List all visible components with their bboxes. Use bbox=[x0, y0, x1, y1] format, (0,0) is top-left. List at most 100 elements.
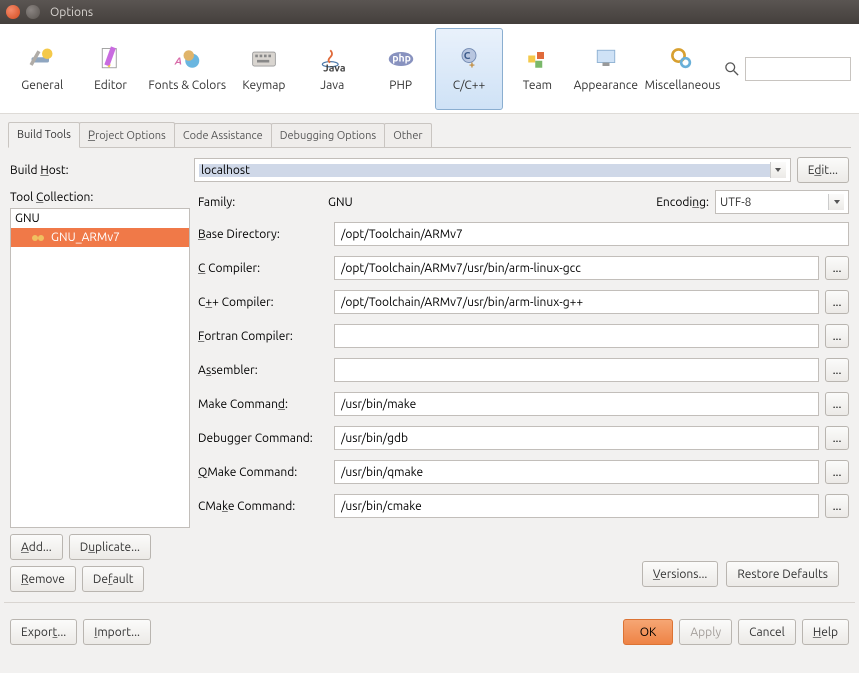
svg-text:+: + bbox=[469, 58, 475, 70]
debugger-command-browse-button[interactable]: ... bbox=[825, 426, 849, 450]
category-label: Java bbox=[320, 79, 344, 92]
chevron-down-icon[interactable] bbox=[770, 162, 786, 178]
cpp-compiler-input[interactable] bbox=[334, 290, 819, 314]
tree-item-gnu-armv7[interactable]: GNU_ARMv7 bbox=[11, 228, 189, 247]
dialog-buttons: Export... Import... OK Apply Cancel Help bbox=[0, 613, 859, 651]
category-team[interactable]: Team bbox=[503, 28, 571, 110]
duplicate-button[interactable]: Duplicate... bbox=[69, 534, 151, 560]
title-bar: Options bbox=[0, 0, 859, 24]
cpp-compiler-label: C++ Compiler: bbox=[198, 296, 328, 309]
assembler-input[interactable] bbox=[334, 358, 819, 382]
tab-project-options[interactable]: Project Options bbox=[79, 122, 175, 148]
qmake-command-input[interactable] bbox=[334, 460, 819, 484]
tab-build-tools[interactable]: Build Tools bbox=[8, 122, 80, 148]
make-command-label: Make Command: bbox=[198, 398, 328, 411]
sub-tabs: Build Tools Project Options Code Assista… bbox=[0, 120, 859, 148]
cancel-button[interactable]: Cancel bbox=[738, 619, 796, 645]
java-icon: Java bbox=[318, 45, 346, 73]
category-cpp[interactable]: C+ C/C++ bbox=[435, 28, 503, 110]
window-title: Options bbox=[50, 6, 93, 19]
cpp-icon: C+ bbox=[455, 45, 483, 73]
base-directory-input[interactable] bbox=[334, 222, 849, 246]
debugger-command-input[interactable] bbox=[334, 426, 819, 450]
separator bbox=[4, 602, 855, 603]
category-label: PHP bbox=[389, 79, 412, 92]
c-compiler-browse-button[interactable]: ... bbox=[825, 256, 849, 280]
apply-button: Apply bbox=[679, 619, 732, 645]
import-button[interactable]: Import... bbox=[83, 619, 151, 645]
default-button[interactable]: Default bbox=[82, 566, 145, 592]
tool-collection-label: Tool Collection: bbox=[10, 187, 190, 208]
category-keymap[interactable]: Keymap bbox=[230, 28, 298, 110]
chevron-down-icon[interactable] bbox=[828, 194, 844, 210]
remove-button[interactable]: Remove bbox=[10, 566, 76, 592]
versions-button[interactable]: Versions... bbox=[642, 561, 718, 587]
debugger-command-label: Debugger Command: bbox=[198, 432, 328, 445]
svg-text:Java: Java bbox=[324, 61, 346, 73]
qmake-command-browse-button[interactable]: ... bbox=[825, 460, 849, 484]
keymap-icon bbox=[250, 45, 278, 73]
make-command-browse-button[interactable]: ... bbox=[825, 392, 849, 416]
build-host-value: localhost bbox=[199, 164, 770, 177]
category-label: General bbox=[21, 79, 63, 92]
export-button[interactable]: Export... bbox=[10, 619, 77, 645]
fonts-colors-icon: A bbox=[173, 45, 201, 73]
category-php[interactable]: php PHP bbox=[366, 28, 434, 110]
cmake-command-label: CMake Command: bbox=[198, 500, 328, 513]
encoding-value: UTF-8 bbox=[720, 196, 828, 209]
search-input[interactable] bbox=[745, 57, 851, 81]
fortran-compiler-label: Fortran Compiler: bbox=[198, 330, 328, 343]
cmake-command-browse-button[interactable]: ... bbox=[825, 494, 849, 518]
miscellaneous-icon bbox=[668, 45, 696, 73]
c-compiler-label: C Compiler: bbox=[198, 262, 328, 275]
encoding-combo[interactable]: UTF-8 bbox=[715, 190, 849, 214]
category-label: Editor bbox=[94, 79, 127, 92]
minimize-icon[interactable] bbox=[26, 5, 40, 19]
tab-code-assistance[interactable]: Code Assistance bbox=[174, 123, 272, 148]
family-label: Family: bbox=[198, 196, 328, 209]
build-host-combo[interactable]: localhost bbox=[194, 158, 791, 182]
category-toolbar: General Editor A Fonts & Colors Keymap J… bbox=[0, 24, 859, 114]
search-icon bbox=[725, 62, 739, 76]
editor-icon bbox=[97, 45, 125, 73]
close-icon[interactable] bbox=[6, 5, 20, 19]
svg-text:php: php bbox=[392, 52, 411, 64]
add-button[interactable]: Add... bbox=[10, 534, 63, 560]
category-label: Keymap bbox=[242, 79, 285, 92]
category-java[interactable]: Java Java bbox=[298, 28, 366, 110]
php-icon: php bbox=[387, 45, 415, 73]
fortran-compiler-browse-button[interactable]: ... bbox=[825, 324, 849, 348]
cmake-command-input[interactable] bbox=[334, 494, 819, 518]
category-label: Team bbox=[523, 79, 552, 92]
edit-host-button[interactable]: Edit... bbox=[797, 157, 849, 183]
help-button[interactable]: Help bbox=[802, 619, 849, 645]
toolchain-icon bbox=[31, 233, 45, 243]
category-general[interactable]: General bbox=[8, 28, 76, 110]
category-label: C/C++ bbox=[453, 79, 485, 92]
tree-item-gnu[interactable]: GNU bbox=[11, 209, 189, 228]
assembler-browse-button[interactable]: ... bbox=[825, 358, 849, 382]
category-miscellaneous[interactable]: Miscellaneous bbox=[640, 28, 725, 110]
assembler-label: Assembler: bbox=[198, 364, 328, 377]
restore-defaults-button[interactable]: Restore Defaults bbox=[726, 561, 839, 587]
ok-button[interactable]: OK bbox=[623, 619, 674, 645]
make-command-input[interactable] bbox=[334, 392, 819, 416]
category-label: Fonts & Colors bbox=[148, 79, 226, 92]
svg-text:A: A bbox=[174, 54, 182, 66]
category-appearance[interactable]: Appearance bbox=[572, 28, 640, 110]
build-host-label: Build Host: bbox=[10, 164, 188, 177]
qmake-command-label: QMake Command: bbox=[198, 466, 328, 479]
fortran-compiler-input[interactable] bbox=[334, 324, 819, 348]
tool-collection-tree[interactable]: GNU GNU_ARMv7 bbox=[10, 208, 190, 528]
category-fonts-colors[interactable]: A Fonts & Colors bbox=[145, 28, 230, 110]
appearance-icon bbox=[592, 45, 620, 73]
tab-debugging-options[interactable]: Debugging Options bbox=[271, 123, 385, 148]
c-compiler-input[interactable] bbox=[334, 256, 819, 280]
category-editor[interactable]: Editor bbox=[76, 28, 144, 110]
tab-separator bbox=[8, 147, 851, 148]
category-label: Appearance bbox=[574, 79, 638, 92]
cpp-compiler-browse-button[interactable]: ... bbox=[825, 290, 849, 314]
category-label: Miscellaneous bbox=[645, 79, 721, 92]
family-value: GNU bbox=[328, 196, 558, 209]
tab-other[interactable]: Other bbox=[384, 123, 431, 148]
